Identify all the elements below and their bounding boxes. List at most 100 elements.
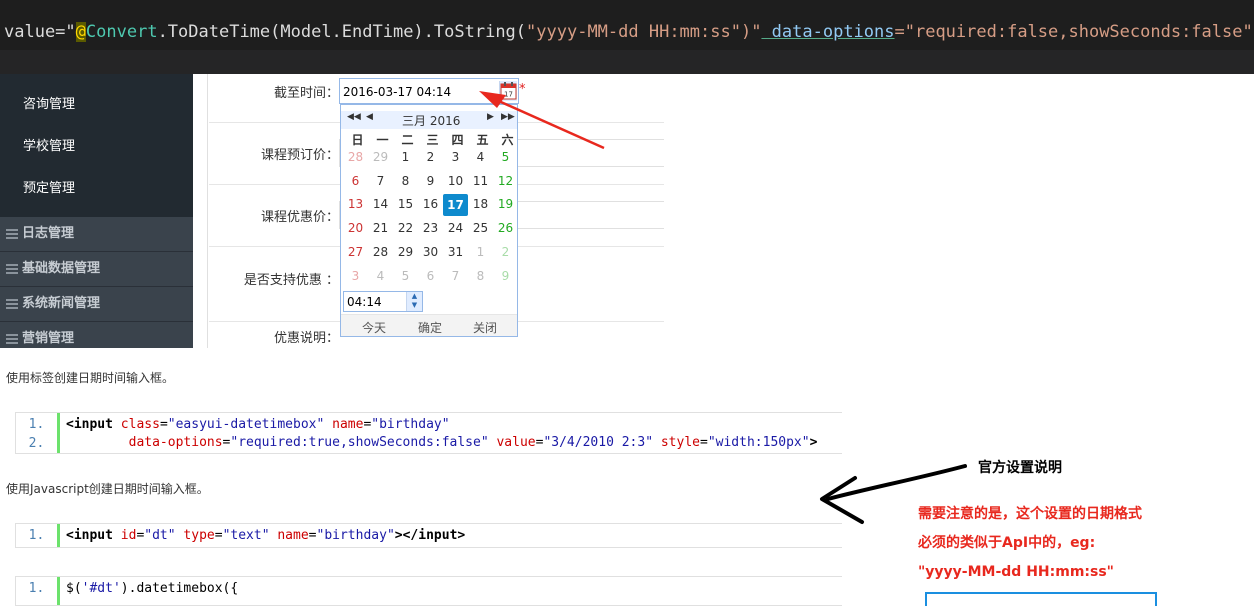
calendar-day[interactable]: 2 [418, 147, 443, 167]
calendar-day[interactable]: 28 [368, 242, 393, 262]
calendar-day[interactable]: 4 [368, 266, 393, 286]
calendar-day[interactable]: 16 [418, 194, 443, 214]
annotation-note: 需要注意的是，这个设置的日期格式 必须的类似于ApI中的，eg: "yyyy-M… [918, 500, 1218, 587]
sidebar-item-consult[interactable]: 咨询管理 [0, 84, 193, 126]
code-token: .ToDateTime(Model.EndTime).ToString( [158, 22, 526, 42]
calendar-day[interactable]: 17 [443, 194, 468, 216]
form-label: 课程优惠价： [261, 206, 339, 225]
menu-icon [6, 262, 18, 276]
code-token: data-options [761, 22, 894, 42]
svg-text:17: 17 [504, 91, 513, 99]
editor-code-line: value="@Convert.ToDateTime(Model.EndTime… [4, 21, 1254, 43]
calendar-day[interactable]: 3 [443, 147, 468, 167]
calendar-day[interactable]: 5 [493, 147, 518, 167]
calendar-buttons: 今天 确定 关闭 [341, 314, 517, 336]
code-text: <input class="easyui-datetimebox" name="… [66, 416, 817, 452]
calendar-day[interactable]: 5 [393, 266, 418, 286]
sidebar-group-marketing[interactable]: 营销管理 [0, 322, 193, 348]
line-number: 1. [16, 524, 60, 547]
next-year-icon[interactable]: ▶▶ [501, 112, 515, 122]
calendar-day[interactable]: 23 [418, 218, 443, 238]
menu-icon [6, 227, 18, 241]
calendar-day[interactable]: 27 [343, 242, 368, 262]
calendar-day[interactable]: 9 [418, 171, 443, 191]
datetime-input[interactable]: 2016-03-17 04:14 17 [339, 78, 519, 104]
weekday-label: 四 [445, 131, 470, 148]
spinner-arrows[interactable]: ▲ ▼ [406, 292, 422, 311]
calendar-day[interactable]: 8 [468, 266, 493, 286]
spin-down-icon[interactable]: ▼ [407, 301, 422, 310]
time-value: 04:14 [347, 295, 382, 309]
calendar-day[interactable]: 19 [493, 194, 518, 214]
code-text: $('#dt').datetimebox({ [66, 580, 238, 598]
sidebar-group-logs[interactable]: 日志管理 [0, 217, 193, 252]
calendar-month-title[interactable]: 三月 2016 [402, 112, 460, 129]
calendar-day[interactable]: 8 [393, 171, 418, 191]
form-label: 优惠说明： [274, 327, 339, 346]
sidebar-group-label: 营销管理 [22, 331, 74, 346]
code-token: ="required:false,showSeconds:false" /> [895, 22, 1254, 42]
code-token: Convert [86, 22, 158, 42]
code-token: @ [76, 22, 86, 42]
calendar-day[interactable]: 31 [443, 242, 468, 262]
calendar-day[interactable]: 18 [468, 194, 493, 214]
weekday-label: 三 [420, 131, 445, 148]
next-month-icon[interactable]: ▶ [487, 112, 494, 122]
calendar-day[interactable]: 7 [368, 171, 393, 191]
calendar-day[interactable]: 29 [368, 147, 393, 167]
calendar-day[interactable]: 14 [368, 194, 393, 214]
menu-icon [6, 332, 18, 346]
calendar-day[interactable]: 12 [493, 171, 518, 191]
weekday-label: 二 [395, 131, 420, 148]
code-token: value=" [4, 22, 76, 42]
calendar-day[interactable]: 25 [468, 218, 493, 238]
calendar-day[interactable]: 30 [418, 242, 443, 262]
weekday-header: 日一二三四五六 [343, 131, 517, 148]
calendar-day[interactable]: 1 [393, 147, 418, 167]
calendar-day[interactable]: 9 [493, 266, 518, 286]
calendar-day[interactable]: 21 [368, 218, 393, 238]
calendar-day[interactable]: 28 [343, 147, 368, 167]
calendar-day[interactable]: 6 [343, 171, 368, 191]
calendar-day[interactable]: 13 [343, 194, 368, 214]
calendar-day[interactable]: 3 [343, 266, 368, 286]
weekday-label: 日 [345, 131, 370, 148]
prev-year-icon[interactable]: ◀◀ [347, 112, 361, 122]
calendar-day[interactable]: 24 [443, 218, 468, 238]
calendar-day[interactable]: 29 [393, 242, 418, 262]
calendar-icon[interactable]: 17 [499, 81, 517, 101]
highlight-box [925, 592, 1157, 606]
editor-next-line [0, 50, 1254, 74]
calendar-day[interactable]: 7 [443, 266, 468, 286]
annotation-title: 官方设置说明 [978, 457, 1062, 477]
calendar-day[interactable]: 4 [468, 147, 493, 167]
calendar-day[interactable]: 22 [393, 218, 418, 238]
code-editor-strip: value="@Convert.ToDateTime(Model.EndTime… [0, 0, 1254, 74]
calendar-day[interactable]: 11 [468, 171, 493, 191]
calendar-header: ◀◀ ◀ 三月 2016 ▶ ▶▶ [341, 111, 517, 129]
close-button[interactable]: 关闭 [473, 319, 497, 336]
calendar-day[interactable]: 6 [418, 266, 443, 286]
sidebar-item-school[interactable]: 学校管理 [0, 126, 193, 168]
prev-month-icon[interactable]: ◀ [366, 112, 373, 122]
spin-up-icon[interactable]: ▲ [407, 292, 422, 301]
sidebar-group-basedata[interactable]: 基础数据管理 [0, 252, 193, 287]
ok-button[interactable]: 确定 [418, 319, 442, 336]
sidebar-group-news[interactable]: 系统新闻管理 [0, 287, 193, 322]
sidebar-group-label: 基础数据管理 [22, 261, 100, 276]
menu-icon [6, 297, 18, 311]
calendar-day[interactable]: 26 [493, 218, 518, 238]
form-label: 是否支持优惠 ： [244, 269, 339, 288]
code-block-tag: 1. 2. <input class="easyui-datetimebox" … [15, 412, 842, 454]
calendar-day[interactable]: 20 [343, 218, 368, 238]
form-gutter [193, 74, 208, 348]
sidebar-item-booking[interactable]: 预定管理 [0, 168, 193, 210]
doc-paragraph: 使用Javascript创建日期时间输入框。 [6, 480, 209, 497]
time-spinner[interactable]: 04:14 ▲ ▼ [343, 291, 423, 312]
calendar-day[interactable]: 2 [493, 242, 518, 262]
today-button[interactable]: 今天 [362, 319, 386, 336]
calendar-day[interactable]: 10 [443, 171, 468, 191]
calendar-day[interactable]: 1 [468, 242, 493, 262]
calendar-day[interactable]: 15 [393, 194, 418, 214]
weekday-label: 六 [495, 131, 520, 148]
